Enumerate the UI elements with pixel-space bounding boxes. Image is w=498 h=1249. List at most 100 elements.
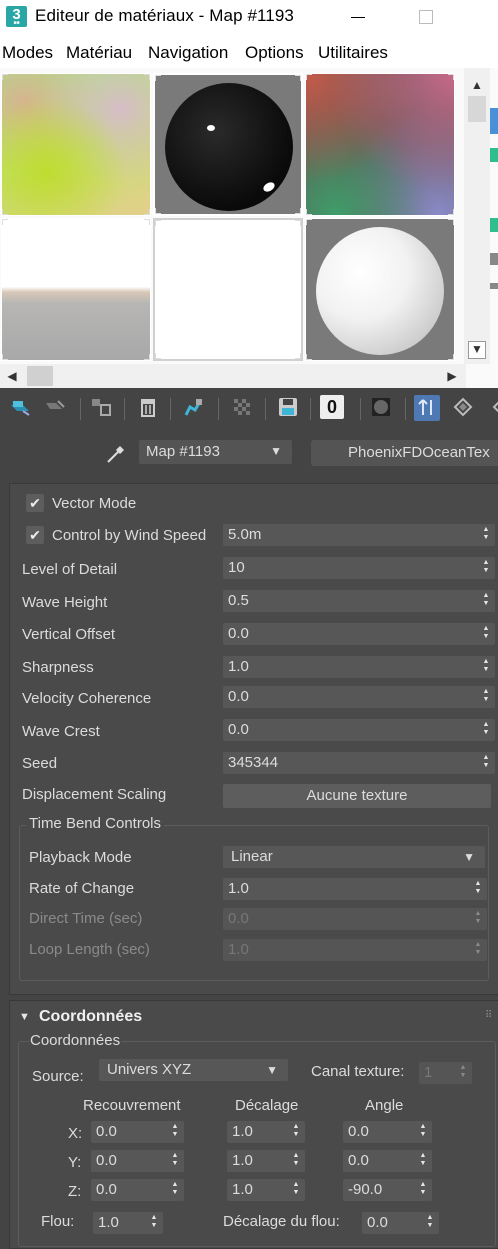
axis-z-label: Z: (68, 1183, 82, 1200)
chevron-down-icon: ▼ (463, 850, 475, 864)
menu-bar: Modes Matériau Navigation Options Utilit… (0, 34, 498, 68)
maximize-button[interactable] (406, 0, 446, 34)
vector-mode-label: Vector Mode (52, 495, 137, 512)
coordinates-group: Coordonnées Source: Univers XYZ ▼ Canal t… (18, 1032, 496, 1247)
coordinates-group-title: Coordonnées (29, 1032, 122, 1049)
delete-icon[interactable] (135, 395, 161, 421)
put-to-library-icon[interactable] (229, 395, 255, 421)
sample-slot-6[interactable] (305, 218, 455, 361)
scroll-left-icon[interactable]: ◀ (4, 367, 20, 385)
flou-spinner[interactable]: 1.0 ▲ ▼ (93, 1212, 163, 1234)
decalage-z-spinner[interactable]: 1.0 ▲ ▼ (227, 1179, 305, 1201)
direct-time-label: Direct Time (sec) (29, 910, 143, 927)
window-title: Editeur de matériaux - Map #1193 (35, 6, 294, 25)
ocean-params-rollout: ✔ Vector Mode ✔ Control by Wind Speed 5.… (9, 483, 498, 995)
rate-of-change-spinner[interactable]: 1.0 ▲ ▼ (223, 878, 487, 900)
go-forward-icon[interactable] (450, 395, 476, 421)
sharpness-label: Sharpness (22, 659, 94, 676)
wave-crest-label: Wave Crest (22, 723, 100, 740)
vector-mode-checkbox[interactable]: ✔ (26, 494, 44, 512)
sample-slot-2[interactable] (153, 73, 303, 216)
menu-utilitaires[interactable]: Utilitaires (318, 43, 388, 63)
decalage-x-spinner[interactable]: 1.0 ▲ ▼ (227, 1121, 305, 1143)
sample-slots-area (0, 68, 498, 388)
decalage-flou-label: Décalage du flou: (223, 1213, 340, 1230)
velocity-coherence-label: Velocity Coherence (22, 690, 152, 707)
scroll-down-icon[interactable]: ▼ (468, 341, 486, 359)
chevron-down-icon: ▼ (266, 1063, 278, 1077)
vertical-offset-label: Vertical Offset (22, 626, 116, 643)
minimize-button[interactable] (338, 0, 378, 34)
side-toolbar-strip (490, 68, 498, 368)
wave-height-spinner[interactable]: 0.5 ▲ ▼ (223, 590, 495, 612)
sample-slot-3[interactable] (305, 73, 455, 216)
scroll-thumb[interactable] (468, 96, 486, 122)
recouvrement-x-spinner[interactable]: 0.0 ▲ ▼ (91, 1121, 184, 1143)
canal-texture-label: Canal texture: (311, 1063, 405, 1080)
scroll-up-icon[interactable]: ▲ (470, 78, 484, 92)
scroll-right-icon[interactable]: ▶ (444, 367, 460, 385)
angle-y-spinner[interactable]: 0.0 ▲ ▼ (343, 1150, 432, 1172)
level-of-detail-spinner[interactable]: 10 ▲ ▼ (223, 557, 495, 579)
make-unique-icon[interactable] (181, 395, 207, 421)
seed-label: Seed (22, 755, 58, 772)
menu-materiau[interactable]: Matériau (66, 43, 132, 63)
axis-y-label: Y: (68, 1154, 82, 1171)
menu-options[interactable]: Options (245, 43, 304, 63)
loop-length-spinner: 1.0 ▲ ▼ (223, 939, 487, 961)
decalage-y-spinner[interactable]: 1.0 ▲ ▼ (227, 1150, 305, 1172)
background-checker-icon[interactable] (368, 395, 394, 421)
drag-handle-icon[interactable]: ⠿ (485, 1010, 492, 1021)
recouvrement-header: Recouvrement (83, 1097, 181, 1114)
assign-to-selection-icon[interactable] (88, 395, 114, 421)
recouvrement-z-spinner[interactable]: 0.0 ▲ ▼ (91, 1179, 184, 1201)
put-to-scene-icon[interactable] (42, 395, 68, 421)
go-to-parent-icon[interactable] (414, 395, 440, 421)
time-bend-title: Time Bend Controls (26, 815, 164, 832)
rate-of-change-label: Rate of Change (29, 880, 135, 897)
control-wind-checkbox[interactable]: ✔ (26, 526, 44, 544)
recouvrement-y-spinner[interactable]: 0.0 ▲ ▼ (91, 1150, 184, 1172)
displacement-map-button[interactable]: Aucune texture (223, 784, 491, 808)
chevron-down-icon: ▼ (270, 444, 282, 458)
axis-x-label: X: (68, 1125, 83, 1142)
get-material-icon[interactable] (8, 395, 34, 421)
wind-speed-spinner[interactable]: 5.0m ▲ ▼ (223, 524, 495, 546)
sharpness-spinner[interactable]: 1.0 ▲ ▼ (223, 656, 495, 678)
map-name-field[interactable]: Map #1193 ▼ (139, 440, 292, 464)
title-bar: 3 ■■ Editeur de matériaux - Map #1193 (0, 0, 498, 34)
coordinates-rollout: ▼ Coordonnées ⠿ Coordonnées Source: Univ… (9, 1000, 498, 1249)
horizontal-scrollbar[interactable]: ◀ ▶ (0, 364, 466, 388)
playback-mode-select[interactable]: Linear ▼ (223, 846, 485, 868)
angle-x-spinner[interactable]: 0.0 ▲ ▼ (343, 1121, 432, 1143)
save-icon[interactable] (275, 395, 301, 421)
overflow-icon[interactable] (484, 395, 498, 421)
map-type-button[interactable]: PhoenixFDOceanTex (311, 440, 498, 466)
seed-spinner[interactable]: 345344 ▲ ▼ (223, 752, 495, 774)
eyedropper-icon[interactable] (104, 442, 128, 466)
wave-crest-spinner[interactable]: 0.0 ▲ ▼ (223, 719, 495, 741)
sample-slot-1[interactable] (1, 73, 151, 216)
source-label: Source: (32, 1068, 84, 1085)
canal-texture-spinner: 1 ▲ ▼ (419, 1062, 472, 1084)
vertical-scrollbar[interactable]: ▲ ▼ (464, 68, 490, 364)
coordinates-rollout-title[interactable]: Coordonnées (39, 1008, 142, 1026)
displacement-scaling-label: Displacement Scaling (22, 786, 167, 803)
material-id-channel-button[interactable]: 0 (320, 395, 344, 419)
sample-slot-5-active[interactable] (153, 218, 303, 361)
scroll-thumb-horizontal[interactable] (27, 366, 53, 386)
decalage-flou-spinner[interactable]: 0.0 ▲ ▼ (362, 1212, 439, 1234)
menu-modes[interactable]: Modes (2, 43, 53, 63)
angle-header: Angle (365, 1097, 404, 1114)
vertical-offset-spinner[interactable]: 0.0 ▲ ▼ (223, 623, 495, 645)
source-select[interactable]: Univers XYZ ▼ (99, 1059, 288, 1081)
menu-navigation[interactable]: Navigation (148, 43, 228, 63)
sample-slot-4[interactable] (1, 218, 151, 361)
control-wind-label: Control by Wind Speed (52, 527, 207, 544)
velocity-coherence-spinner[interactable]: 0.0 ▲ ▼ (223, 686, 495, 708)
level-of-detail-label: Level of Detail (22, 561, 118, 578)
collapse-arrow-icon[interactable]: ▼ (19, 1011, 30, 1023)
angle-z-spinner[interactable]: -90.0 ▲ ▼ (343, 1179, 432, 1201)
playback-mode-label: Playback Mode (29, 849, 132, 866)
decalage-header: Décalage (235, 1097, 299, 1114)
